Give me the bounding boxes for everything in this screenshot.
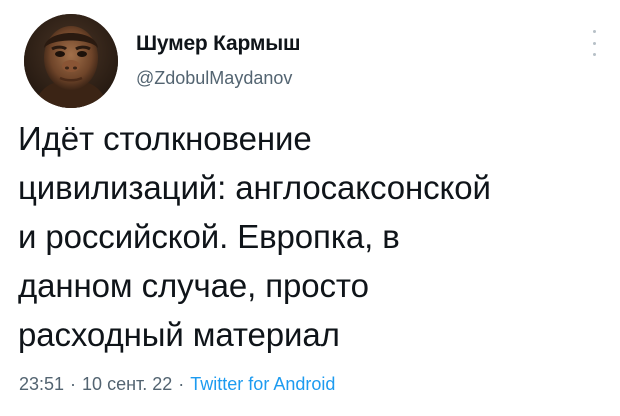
meta-separator: · [70,374,77,394]
meta-separator: · [178,374,185,394]
more-dot [592,53,596,56]
more-dot [592,30,596,33]
avatar[interactable] [24,14,118,108]
more-dot [592,41,596,45]
avatar-image [24,14,118,108]
tweet-card: Шумер Кармыш @ZdobulMaydanov Идёт столкн… [0,0,620,416]
more-vertical-icon[interactable] [588,30,600,56]
tweet-date[interactable]: 10 сент. 22 [82,374,172,394]
tweet-source-link[interactable]: Twitter for Android [190,374,335,394]
tweet-time[interactable]: 23:51 [19,374,64,394]
tweet-meta: 23:51 · 10 сент. 22 · Twitter for Android [19,374,335,395]
user-handle[interactable]: @ZdobulMaydanov [136,68,292,89]
tweet-text: Идёт столкновение цивилизаций: англосакс… [18,120,491,353]
display-name[interactable]: Шумер Кармыш [136,32,300,56]
